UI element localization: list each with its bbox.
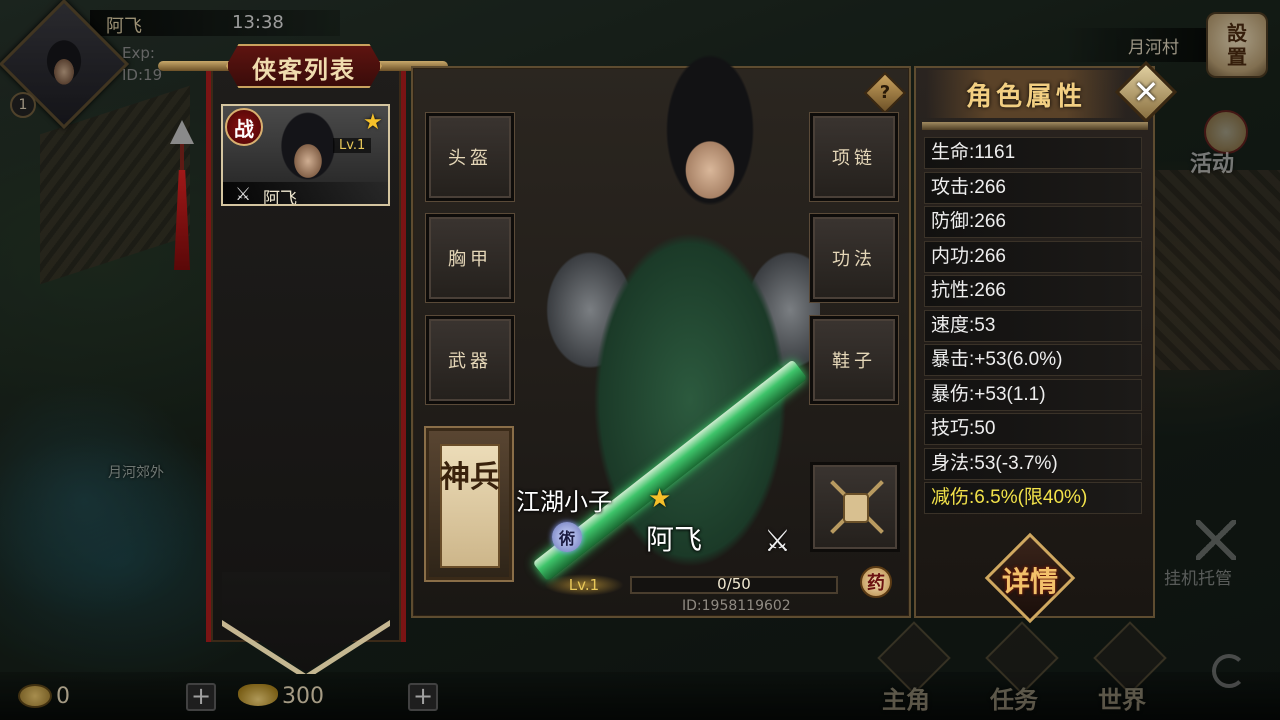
attr-inner-power: 内功:266 — [924, 240, 1142, 273]
hero-level: Lv.1 — [544, 574, 624, 596]
lantern-decoration — [168, 80, 196, 280]
equip-slot-necklace[interactable]: 项链 — [810, 113, 898, 201]
lock-icon — [843, 493, 869, 523]
attr-crit: 暴击:+53(6.0%) — [924, 344, 1142, 376]
header-divider — [922, 122, 1148, 130]
class-badge-icon: 術 — [552, 522, 582, 552]
question-icon: ? — [879, 82, 891, 103]
attr-skill: 技巧:50 — [924, 413, 1142, 445]
close-icon: ✕ — [1132, 73, 1160, 111]
details-label: 详情 — [1001, 565, 1058, 598]
hero-name: 阿飞 — [646, 523, 703, 556]
sword-icon: ⚔ — [235, 184, 252, 205]
attr-hp: 生命:1161 — [924, 137, 1142, 169]
attr-defense: 防御:266 — [924, 206, 1142, 238]
equip-slot-label: 项链 — [832, 148, 876, 169]
divine-weapon-label: 神兵 — [440, 460, 500, 495]
hero-list-header: 侠客列表 — [158, 44, 448, 88]
equip-slot-helmet[interactable]: 头盔 — [426, 113, 514, 201]
hero-card-name: 阿飞 — [263, 189, 297, 206]
medicine-button[interactable]: 药 — [860, 566, 892, 598]
lantern-string — [180, 144, 184, 174]
equip-slot-chest[interactable]: 胸甲 — [426, 214, 514, 302]
red-tassel — [174, 170, 190, 270]
star-icon: ★ — [363, 110, 383, 135]
equip-slot-weapon[interactable]: 武器 — [426, 316, 514, 404]
equip-slot-label: 功法 — [832, 249, 876, 270]
hero-title: 江湖小子 — [516, 488, 612, 516]
attr-agility: 身法:53(-3.7%) — [924, 447, 1142, 480]
attr-crit-damage: 暴伤:+53(1.1) — [924, 378, 1142, 411]
attribute-list: 生命:1161 攻击:266 防御:266 内功:266 抗性:266 速度:5… — [924, 137, 1142, 517]
star-icon: ★ — [648, 484, 672, 514]
equip-slot-label: 胸甲 — [448, 249, 492, 270]
equip-slot-label: 武器 — [448, 351, 492, 372]
lantern-cap — [170, 120, 194, 144]
attr-damage-reduction: 减伤:6.5%(限40%) — [924, 482, 1142, 514]
divine-weapon-button[interactable]: 神兵 — [424, 426, 514, 582]
equip-slot-label: 头盔 — [448, 148, 492, 169]
locked-slot[interactable] — [810, 462, 900, 552]
attr-speed: 速度:53 — [924, 309, 1142, 342]
sword-icon: ⚔ — [764, 524, 791, 559]
hero-id: ID:1958119602 — [682, 598, 791, 614]
equip-slot-shoes[interactable]: 鞋子 — [810, 316, 898, 404]
equip-slot-label: 鞋子 — [832, 351, 876, 372]
battle-badge: 战 — [225, 108, 263, 146]
attr-attack: 攻击:266 — [924, 171, 1142, 204]
exp-text: 0/50 — [717, 575, 751, 593]
equip-slot-skill[interactable]: 功法 — [810, 214, 898, 302]
hero-list-title: 侠客列表 — [252, 55, 356, 84]
attr-resistance: 抗性:266 — [924, 275, 1142, 307]
hero-card[interactable]: Lv.1 ★ ⚔ 阿飞 战 — [221, 104, 390, 206]
hero-card-level: Lv.1 — [333, 138, 372, 153]
attribute-title: 角色属性 — [965, 82, 1086, 112]
